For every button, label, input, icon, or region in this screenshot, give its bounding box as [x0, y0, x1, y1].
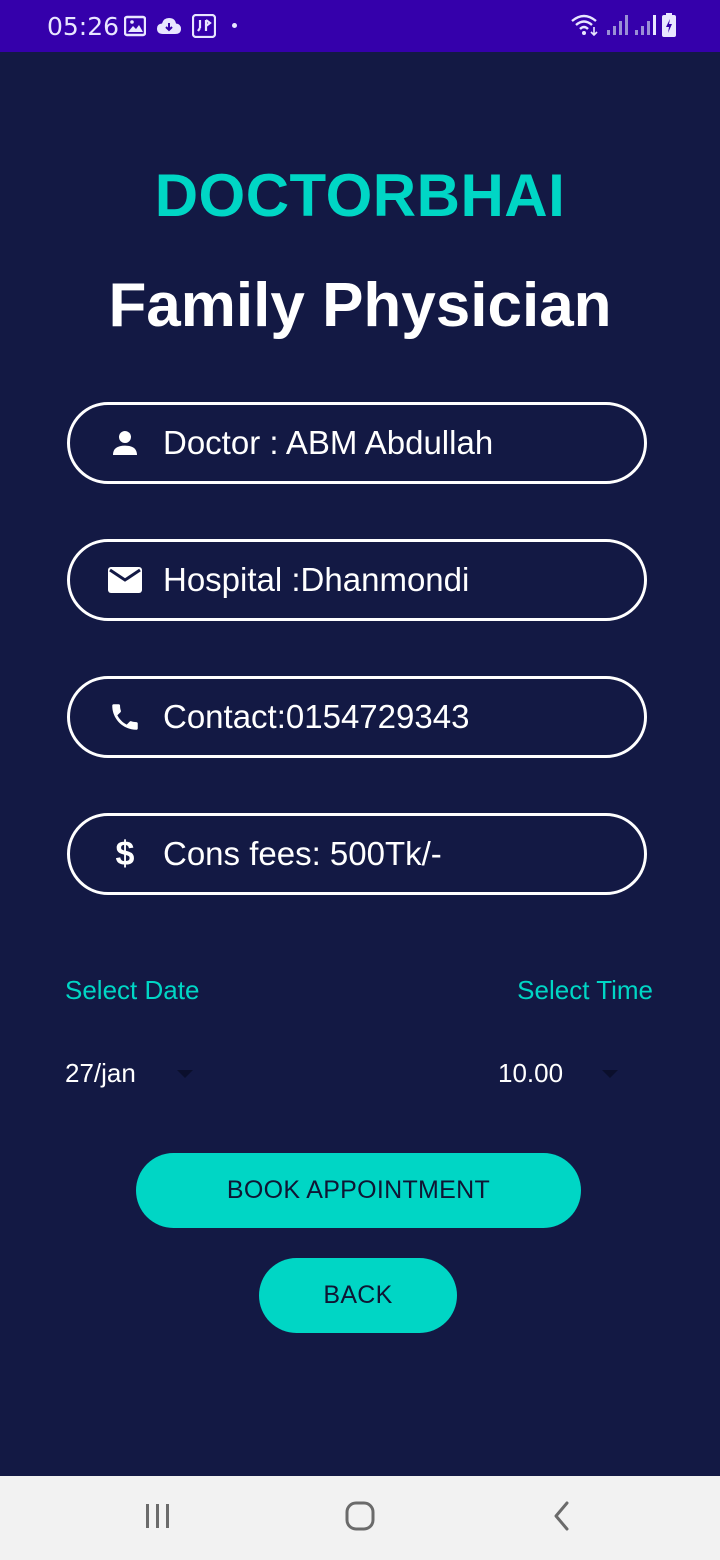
voicemail-icon — [192, 14, 216, 38]
time-dropdown[interactable]: 10.00 — [498, 1054, 628, 1092]
recents-icon — [143, 1502, 173, 1535]
date-dropdown-value: 27/jan — [65, 1057, 136, 1088]
back-button[interactable]: BACK — [259, 1258, 457, 1333]
gallery-icon — [124, 15, 146, 37]
date-dropdown[interactable]: 27/jan — [65, 1054, 205, 1092]
phone-icon — [106, 698, 144, 736]
person-icon — [106, 424, 144, 462]
home-button[interactable] — [315, 1476, 405, 1560]
signal-icon — [606, 14, 628, 36]
cloud-download-icon — [156, 15, 182, 37]
fees-field: $ Cons fees: 500Tk/- — [67, 813, 647, 895]
mail-icon — [106, 561, 144, 599]
status-time: 05:26 — [47, 12, 120, 41]
brand-title: DOCTORBHAI — [154, 162, 566, 229]
select-time-label: Select Time — [517, 975, 653, 1005]
signal-icon — [634, 14, 656, 36]
recents-button[interactable] — [113, 1476, 203, 1560]
page-title: Family Physician — [108, 271, 612, 340]
fees-field-text: Cons fees: 500Tk/- — [163, 835, 442, 872]
back-icon — [551, 1500, 573, 1537]
hospital-field: Hospital :Dhanmondi — [67, 539, 647, 621]
status-notification-icons — [124, 14, 216, 38]
book-appointment-button[interactable]: BOOK APPOINTMENT — [136, 1153, 581, 1228]
battery-charging-icon — [662, 13, 676, 37]
doctor-field-text: Doctor : ABM Abdullah — [163, 424, 494, 461]
time-dropdown-value: 10.00 — [498, 1057, 564, 1088]
hospital-field-text: Hospital :Dhanmondi — [163, 561, 470, 598]
dropdown-arrow-icon — [177, 1070, 193, 1078]
status-system-icons — [570, 13, 676, 37]
status-more-dot — [232, 23, 237, 28]
system-nav-bar — [0, 1476, 720, 1560]
select-date-label: Select Date — [65, 975, 200, 1005]
contact-field-text: Contact:0154729343 — [163, 698, 470, 735]
doctor-field: Doctor : ABM Abdullah — [67, 402, 647, 484]
wifi-icon — [570, 13, 600, 37]
dollar-icon: $ — [115, 835, 135, 873]
contact-field: Contact:0154729343 — [67, 676, 647, 758]
dropdown-arrow-icon — [602, 1070, 618, 1078]
home-icon — [344, 1500, 376, 1537]
status-bar: 05:26 — [0, 0, 720, 52]
nav-back-button[interactable] — [517, 1476, 607, 1560]
